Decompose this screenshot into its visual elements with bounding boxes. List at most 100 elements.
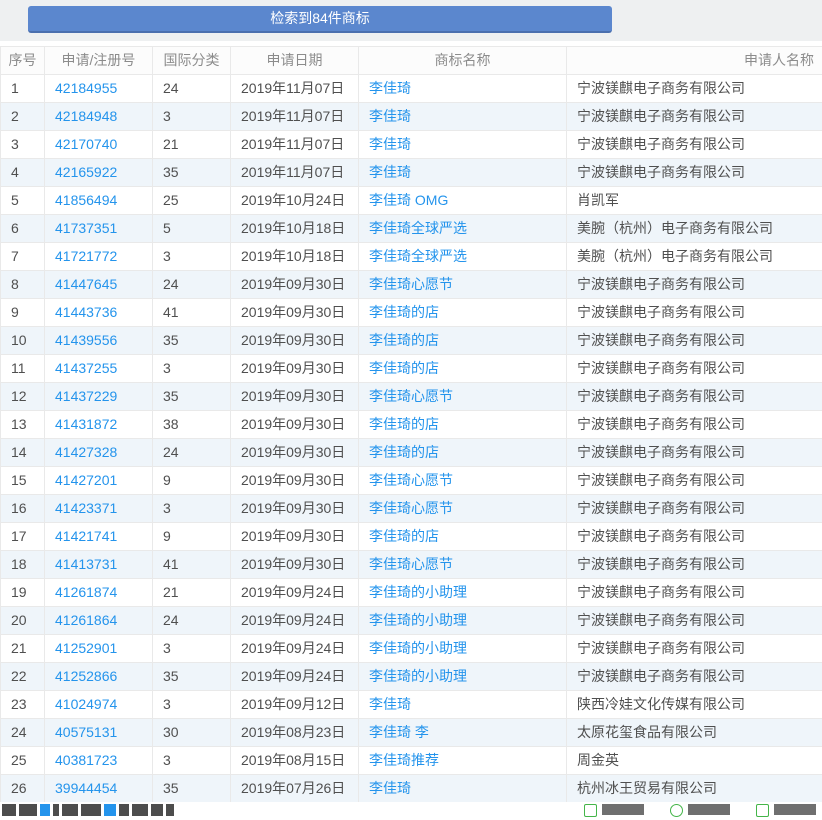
intl-class-cell: 3 <box>153 243 231 271</box>
applicant-cell: 宁波镁麒电子商务有限公司 <box>567 383 822 411</box>
reg-number-link[interactable]: 42165922 <box>55 164 117 180</box>
reg-number-link[interactable]: 41261874 <box>55 584 117 600</box>
trademark-name-link[interactable]: 李佳琦推荐 <box>369 752 439 768</box>
serial-cell: 21 <box>1 635 45 663</box>
trademark-name-link[interactable]: 李佳琦的小助理 <box>369 640 467 656</box>
trademark-name-cell: 李佳琦的店 <box>359 299 567 327</box>
trademark-name-link[interactable]: 李佳琦 <box>369 164 411 180</box>
trademark-name-link[interactable]: 李佳琦的店 <box>369 360 439 376</box>
trademark-name-link[interactable]: 李佳琦 李 <box>369 724 429 740</box>
reg-number-link[interactable]: 39944454 <box>55 780 117 796</box>
apply-date-cell: 2019年08月15日 <box>231 747 359 775</box>
table-row: 17 41421741 9 2019年09月30日 李佳琦的店 宁波镁麒电子商务… <box>1 523 822 551</box>
trademark-name-link[interactable]: 李佳琦 OMG <box>369 192 448 208</box>
reg-number-cell: 40381723 <box>45 747 153 775</box>
reg-number-link[interactable]: 41721772 <box>55 248 117 264</box>
reg-number-link[interactable]: 41427201 <box>55 472 117 488</box>
reg-number-link[interactable]: 41437255 <box>55 360 117 376</box>
table-row: 7 41721772 3 2019年10月18日 李佳琦全球严选 美腕（杭州）电… <box>1 243 822 271</box>
table-row: 1 42184955 24 2019年11月07日 李佳琦 宁波镁麒电子商务有限… <box>1 75 822 103</box>
reg-number-link[interactable]: 41447645 <box>55 276 117 292</box>
reg-number-link[interactable]: 42170740 <box>55 136 117 152</box>
serial-cell: 16 <box>1 495 45 523</box>
trademark-name-link[interactable]: 李佳琦的店 <box>369 304 439 320</box>
applicant-cell: 宁波镁麒电子商务有限公司 <box>567 551 822 579</box>
apply-date-cell: 2019年09月24日 <box>231 635 359 663</box>
serial-cell: 5 <box>1 187 45 215</box>
column-header-intl-class: 国际分类 <box>153 47 231 75</box>
reg-number-link[interactable]: 40575131 <box>55 724 117 740</box>
reg-number-link[interactable]: 41261864 <box>55 612 117 628</box>
table-row: 13 41431872 38 2019年09月30日 李佳琦的店 宁波镁麒电子商… <box>1 411 822 439</box>
reg-number-link[interactable]: 41421741 <box>55 528 117 544</box>
reg-number-link[interactable]: 41423371 <box>55 500 117 516</box>
trademark-name-link[interactable]: 李佳琦全球严选 <box>369 220 467 236</box>
apply-date-cell: 2019年09月30日 <box>231 383 359 411</box>
reg-number-link[interactable]: 41856494 <box>55 192 117 208</box>
trademark-name-link[interactable]: 李佳琦 <box>369 780 411 796</box>
trademark-name-link[interactable]: 李佳琦的小助理 <box>369 668 467 684</box>
trademark-name-link[interactable]: 李佳琦 <box>369 80 411 96</box>
table-row: 9 41443736 41 2019年09月30日 李佳琦的店 宁波镁麒电子商务… <box>1 299 822 327</box>
serial-cell: 10 <box>1 327 45 355</box>
trademark-name-link[interactable]: 李佳琦的店 <box>369 332 439 348</box>
table-row: 16 41423371 3 2019年09月30日 李佳琦心愿节 宁波镁麒电子商… <box>1 495 822 523</box>
applicant-cell: 陕西冷娃文化传媒有限公司 <box>567 691 822 719</box>
reg-number-link[interactable]: 41252901 <box>55 640 117 656</box>
applicant-cell: 宁波镁麒电子商务有限公司 <box>567 131 822 159</box>
apply-date-cell: 2019年10月18日 <box>231 215 359 243</box>
trademark-name-link[interactable]: 李佳琦的店 <box>369 528 439 544</box>
reg-number-link[interactable]: 41431872 <box>55 416 117 432</box>
reg-number-link[interactable]: 41427328 <box>55 444 117 460</box>
trademark-name-link[interactable]: 李佳琦 <box>369 108 411 124</box>
trademark-name-link[interactable]: 李佳琦心愿节 <box>369 556 453 572</box>
trademark-name-link[interactable]: 李佳琦心愿节 <box>369 500 453 516</box>
reg-number-link[interactable]: 41439556 <box>55 332 117 348</box>
applicant-cell: 杭州冰王贸易有限公司 <box>567 775 822 803</box>
table-row: 15 41427201 9 2019年09月30日 李佳琦心愿节 宁波镁麒电子商… <box>1 467 822 495</box>
reg-number-link[interactable]: 41737351 <box>55 220 117 236</box>
search-result-count-button[interactable]: 检索到84件商标 <box>28 6 612 33</box>
reg-number-link[interactable]: 42184955 <box>55 80 117 96</box>
trademark-name-cell: 李佳琦 <box>359 691 567 719</box>
applicant-cell: 宁波镁麒电子商务有限公司 <box>567 579 822 607</box>
trademark-name-link[interactable]: 李佳琦 <box>369 696 411 712</box>
apply-date-cell: 2019年09月30日 <box>231 551 359 579</box>
trademark-name-link[interactable]: 李佳琦心愿节 <box>369 388 453 404</box>
trademark-name-link[interactable]: 李佳琦的店 <box>369 444 439 460</box>
reg-number-link[interactable]: 41413731 <box>55 556 117 572</box>
reg-number-cell: 41413731 <box>45 551 153 579</box>
trademark-name-link[interactable]: 李佳琦 <box>369 136 411 152</box>
reg-number-cell: 41437229 <box>45 383 153 411</box>
reg-number-link[interactable]: 41437229 <box>55 388 117 404</box>
serial-cell: 1 <box>1 75 45 103</box>
trademark-name-link[interactable]: 李佳琦心愿节 <box>369 472 453 488</box>
trademark-name-link[interactable]: 李佳琦全球严选 <box>369 248 467 264</box>
reg-number-link[interactable]: 41252866 <box>55 668 117 684</box>
trademark-name-link[interactable]: 李佳琦的店 <box>369 416 439 432</box>
trademark-name-cell: 李佳琦心愿节 <box>359 467 567 495</box>
reg-number-link[interactable]: 41024974 <box>55 696 117 712</box>
trademark-name-cell: 李佳琦全球严选 <box>359 215 567 243</box>
reg-number-link[interactable]: 41443736 <box>55 304 117 320</box>
serial-cell: 20 <box>1 607 45 635</box>
reg-number-link[interactable]: 42184948 <box>55 108 117 124</box>
intl-class-cell: 3 <box>153 691 231 719</box>
trademark-name-link[interactable]: 李佳琦的小助理 <box>369 612 467 628</box>
apply-date-cell: 2019年09月30日 <box>231 411 359 439</box>
trademark-name-cell: 李佳琦心愿节 <box>359 495 567 523</box>
trademark-name-cell: 李佳琦心愿节 <box>359 271 567 299</box>
table-row: 14 41427328 24 2019年09月30日 李佳琦的店 宁波镁麒电子商… <box>1 439 822 467</box>
apply-date-cell: 2019年09月30日 <box>231 495 359 523</box>
serial-cell: 13 <box>1 411 45 439</box>
applicant-cell: 宁波镁麒电子商务有限公司 <box>567 411 822 439</box>
table-row: 3 42170740 21 2019年11月07日 李佳琦 宁波镁麒电子商务有限… <box>1 131 822 159</box>
applicant-cell: 宁波镁麒电子商务有限公司 <box>567 103 822 131</box>
table-row: 24 40575131 30 2019年08月23日 李佳琦 李 太原花玺食品有… <box>1 719 822 747</box>
apply-date-cell: 2019年09月24日 <box>231 579 359 607</box>
intl-class-cell: 21 <box>153 131 231 159</box>
reg-number-link[interactable]: 40381723 <box>55 752 117 768</box>
intl-class-cell: 35 <box>153 327 231 355</box>
trademark-name-link[interactable]: 李佳琦心愿节 <box>369 276 453 292</box>
trademark-name-link[interactable]: 李佳琦的小助理 <box>369 584 467 600</box>
